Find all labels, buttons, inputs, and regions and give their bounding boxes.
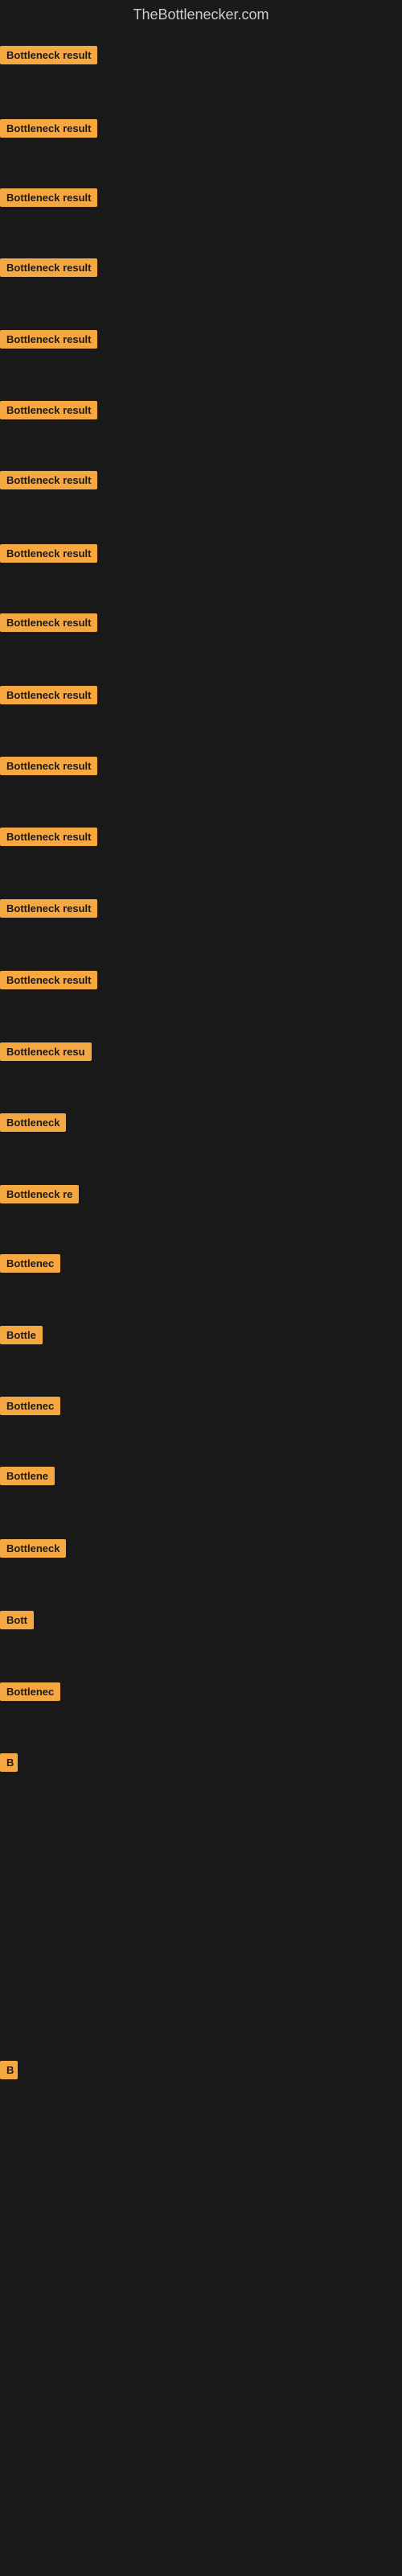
bottleneck-item-17: Bottleneck re — [0, 1185, 79, 1208]
bottleneck-item-16: Bottleneck — [0, 1113, 66, 1136]
bottleneck-badge-17: Bottleneck re — [0, 1185, 79, 1203]
bottleneck-item-13: Bottleneck result — [0, 899, 97, 922]
bottleneck-item-4: Bottleneck result — [0, 258, 97, 281]
bottleneck-item-25: B — [0, 1753, 18, 1776]
bottleneck-badge-20: Bottlenec — [0, 1397, 60, 1415]
bottleneck-item-24: Bottlenec — [0, 1682, 60, 1705]
bottleneck-badge-2: Bottleneck result — [0, 119, 97, 138]
bottleneck-item-2: Bottleneck result — [0, 119, 97, 142]
bottleneck-badge-26: B — [0, 2061, 18, 2079]
bottleneck-item-12: Bottleneck result — [0, 828, 97, 850]
bottleneck-item-10: Bottleneck result — [0, 686, 97, 708]
bottleneck-badge-10: Bottleneck result — [0, 686, 97, 704]
bottleneck-badge-22: Bottleneck — [0, 1539, 66, 1558]
bottleneck-item-7: Bottleneck result — [0, 471, 97, 493]
bottleneck-item-3: Bottleneck result — [0, 188, 97, 211]
bottleneck-badge-9: Bottleneck result — [0, 613, 97, 632]
bottleneck-badge-4: Bottleneck result — [0, 258, 97, 277]
site-title: TheBottlenecker.com — [0, 0, 402, 30]
bottleneck-item-8: Bottleneck result — [0, 544, 97, 567]
bottleneck-badge-18: Bottlenec — [0, 1254, 60, 1273]
bottleneck-badge-5: Bottleneck result — [0, 330, 97, 349]
bottleneck-item-1: Bottleneck result — [0, 46, 97, 68]
bottleneck-item-20: Bottlenec — [0, 1397, 60, 1419]
bottleneck-item-15: Bottleneck resu — [0, 1042, 92, 1065]
bottleneck-item-6: Bottleneck result — [0, 401, 97, 423]
bottleneck-badge-1: Bottleneck result — [0, 46, 97, 64]
bottleneck-item-19: Bottle — [0, 1326, 43, 1348]
bottleneck-badge-8: Bottleneck result — [0, 544, 97, 563]
bottleneck-item-23: Bott — [0, 1611, 34, 1633]
bottleneck-badge-14: Bottleneck result — [0, 971, 97, 989]
bottleneck-badge-25: B — [0, 1753, 18, 1772]
bottleneck-badge-24: Bottlenec — [0, 1682, 60, 1701]
bottleneck-item-11: Bottleneck result — [0, 757, 97, 779]
bottleneck-item-22: Bottleneck — [0, 1539, 66, 1562]
bottleneck-item-18: Bottlenec — [0, 1254, 60, 1277]
bottleneck-badge-16: Bottleneck — [0, 1113, 66, 1132]
bottleneck-badge-3: Bottleneck result — [0, 188, 97, 207]
bottleneck-badge-7: Bottleneck result — [0, 471, 97, 489]
bottleneck-badge-21: Bottlene — [0, 1467, 55, 1485]
bottleneck-item-9: Bottleneck result — [0, 613, 97, 636]
bottleneck-badge-13: Bottleneck result — [0, 899, 97, 918]
bottleneck-badge-12: Bottleneck result — [0, 828, 97, 846]
bottleneck-item-21: Bottlene — [0, 1467, 55, 1489]
bottleneck-item-5: Bottleneck result — [0, 330, 97, 353]
bottleneck-badge-6: Bottleneck result — [0, 401, 97, 419]
bottleneck-item-26: B — [0, 2061, 18, 2083]
bottleneck-badge-19: Bottle — [0, 1326, 43, 1344]
bottleneck-badge-15: Bottleneck resu — [0, 1042, 92, 1061]
bottleneck-item-14: Bottleneck result — [0, 971, 97, 993]
bottleneck-badge-11: Bottleneck result — [0, 757, 97, 775]
bottleneck-badge-23: Bott — [0, 1611, 34, 1629]
